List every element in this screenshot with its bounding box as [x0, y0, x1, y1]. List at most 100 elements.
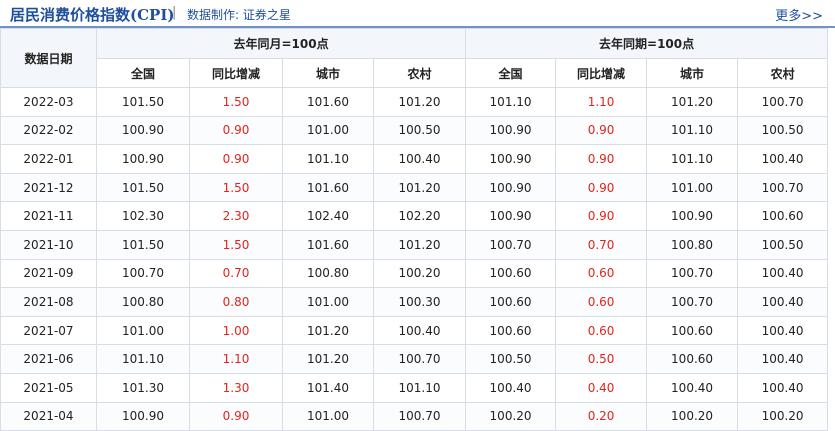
value-cell: 101.00	[282, 115, 374, 146]
value-cell: 101.60	[282, 229, 374, 260]
value-cell: 100.20	[737, 401, 829, 431]
panel-header: 居民消费价格指数(CPI) | 数据制作: 证券之星 更多>>	[0, 0, 835, 28]
subheader-cell: 全国	[465, 58, 557, 88]
value-cell: 100.60	[646, 344, 739, 374]
value-cell: 2.30	[189, 201, 283, 231]
value-cell: 0.70	[189, 258, 283, 289]
value-cell: 100.70	[372, 401, 467, 431]
value-cell: 1.50	[189, 229, 283, 260]
value-cell: 101.50	[96, 229, 190, 260]
value-cell: 1.10	[189, 344, 283, 374]
value-cell: 101.10	[282, 144, 374, 174]
value-cell: 101.20	[282, 315, 374, 346]
table-row: 2021-09 100.70 0.70 100.80 100.20 100.60 0.60 1…	[0, 258, 829, 289]
value-cell: 1.50	[189, 172, 283, 203]
value-cell: 100.20	[465, 401, 557, 431]
value-cell: 101.40	[282, 372, 374, 403]
value-cell: 100.80	[96, 287, 190, 317]
table-row: 2021-04 100.90 0.90 101.00 100.70 100.20 0.20 1…	[0, 401, 829, 431]
table-row: 2021-06 101.10 1.10 101.20 100.70 100.50 0.50 1…	[0, 344, 829, 374]
value-cell: 101.00	[96, 315, 190, 346]
value-cell: 101.10	[465, 87, 557, 117]
value-cell: 0.80	[189, 287, 283, 317]
value-cell: 100.40	[737, 372, 829, 403]
value-cell: 100.40	[737, 144, 829, 174]
date-cell: 2022-01	[0, 144, 97, 174]
subheader-cell: 农村	[372, 58, 467, 88]
value-cell: 101.10	[646, 115, 739, 146]
value-cell: 100.60	[465, 258, 557, 289]
value-cell: 100.80	[282, 258, 374, 289]
table-header-row-2: 全国 同比增减 城市 农村 全国 同比增减 城市 农村	[1, 58, 829, 88]
value-cell: 101.10	[646, 144, 739, 174]
value-cell: 1.30	[189, 372, 283, 403]
value-cell: 0.70	[555, 229, 648, 260]
date-cell: 2022-02	[0, 115, 97, 146]
table-row: 2021-05 101.30 1.30 101.40 101.10 100.40 0.40 1…	[0, 372, 829, 403]
subheader-cell: 农村	[737, 58, 829, 88]
value-cell: 101.20	[282, 344, 374, 374]
value-cell: 101.10	[372, 372, 467, 403]
value-cell: 101.00	[282, 287, 374, 317]
value-cell: 101.10	[96, 344, 190, 374]
date-cell: 2021-08	[0, 287, 97, 317]
value-cell: 100.40	[372, 315, 467, 346]
value-cell: 100.70	[372, 344, 467, 374]
date-cell: 2021-12	[0, 172, 97, 203]
value-cell: 102.20	[372, 201, 467, 231]
value-cell: 100.60	[465, 315, 557, 346]
value-cell: 100.90	[96, 401, 190, 431]
value-cell: 101.00	[646, 172, 739, 203]
date-column-header: 数据日期	[0, 28, 97, 88]
value-cell: 101.20	[646, 87, 739, 117]
value-cell: 102.30	[96, 201, 190, 231]
date-cell: 2021-11	[0, 201, 97, 231]
value-cell: 0.90	[555, 115, 648, 146]
value-cell: 100.90	[96, 144, 190, 174]
value-cell: 100.50	[372, 115, 467, 146]
subheader-cell: 城市	[282, 58, 374, 88]
table-body: 2022-03 101.50 1.50 101.60 101.20 101.10 1.10 1…	[0, 87, 829, 431]
value-cell: 100.40	[737, 315, 829, 346]
value-cell: 100.70	[737, 87, 829, 117]
value-cell: 1.00	[189, 315, 283, 346]
table-row: 2021-07 101.00 1.00 101.20 100.40 100.60 0.60 1…	[0, 315, 829, 346]
date-cell: 2022-03	[0, 87, 97, 117]
subheader-cell: 城市	[646, 58, 739, 88]
value-cell: 100.50	[465, 344, 557, 374]
value-cell: 0.60	[555, 258, 648, 289]
value-cell: 100.40	[372, 144, 467, 174]
value-cell: 0.60	[555, 315, 648, 346]
value-cell: 101.20	[372, 172, 467, 203]
table-row: 2022-01 100.90 0.90 101.10 100.40 100.90 0.90 1…	[0, 144, 829, 174]
value-cell: 0.90	[189, 115, 283, 146]
value-cell: 0.20	[555, 401, 648, 431]
value-cell: 102.40	[282, 201, 374, 231]
value-cell: 100.30	[372, 287, 467, 317]
value-cell: 100.20	[372, 258, 467, 289]
subheader-cell: 同比增减	[189, 58, 283, 88]
value-cell: 100.20	[646, 401, 739, 431]
data-source-label: 数据制作: 证券之星	[187, 8, 291, 22]
table-row: 2021-11 102.30 2.30 102.40 102.20 100.90 0.90 1…	[0, 201, 829, 231]
value-cell: 0.50	[555, 344, 648, 374]
value-cell: 100.70	[737, 172, 829, 203]
table-row: 2021-12 101.50 1.50 101.60 101.20 100.90 0.90 1…	[0, 172, 829, 203]
value-cell: 100.60	[465, 287, 557, 317]
subheader-cell: 同比增减	[555, 58, 648, 88]
value-cell: 100.90	[465, 115, 557, 146]
value-cell: 101.50	[96, 172, 190, 203]
value-cell: 101.00	[282, 401, 374, 431]
value-cell: 101.30	[96, 372, 190, 403]
value-cell: 100.90	[465, 172, 557, 203]
value-cell: 101.50	[96, 87, 190, 117]
date-cell: 2021-09	[0, 258, 97, 289]
value-cell: 1.10	[555, 87, 648, 117]
value-cell: 101.60	[282, 172, 374, 203]
value-cell: 100.70	[465, 229, 557, 260]
value-cell: 0.60	[555, 287, 648, 317]
value-cell: 0.90	[555, 172, 648, 203]
value-cell: 0.90	[189, 144, 283, 174]
more-link[interactable]: 更多>>	[775, 5, 823, 24]
value-cell: 100.40	[737, 287, 829, 317]
